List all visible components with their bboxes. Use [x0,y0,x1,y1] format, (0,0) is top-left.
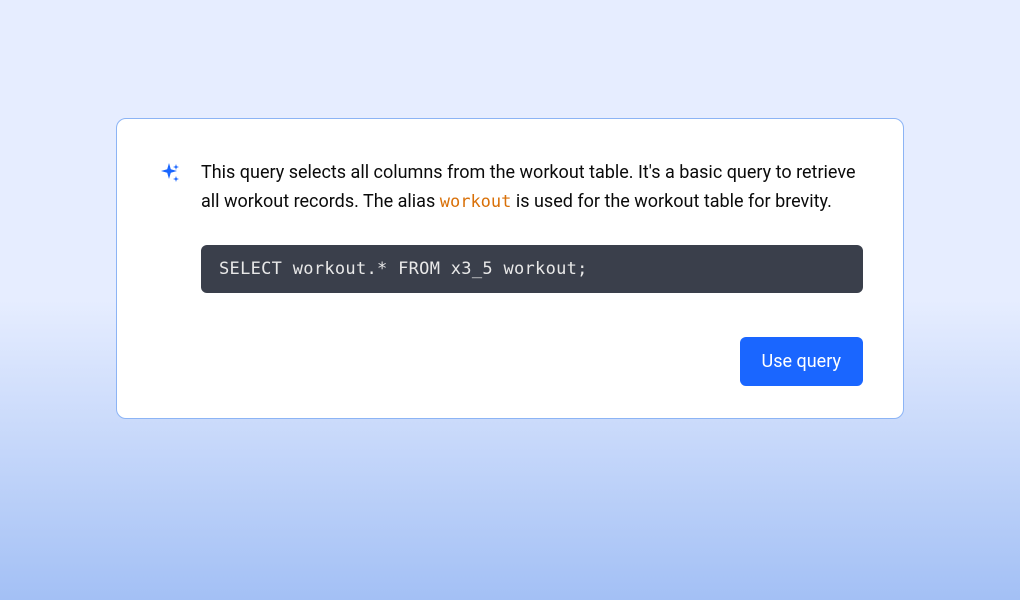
inline-code-alias: workout [440,192,512,212]
sparkle-icon [157,161,181,185]
query-description: This query selects all columns from the … [201,159,863,217]
sql-code-block: SELECT workout.* FROM x3_5 workout; [201,245,863,293]
card-content: This query selects all columns from the … [201,159,863,293]
description-text-2: is used for the workout table for brevit… [511,191,831,212]
use-query-button[interactable]: Use query [740,337,863,386]
card-body: This query selects all columns from the … [157,159,863,293]
button-row: Use query [157,337,863,386]
query-suggestion-card: This query selects all columns from the … [116,118,904,419]
